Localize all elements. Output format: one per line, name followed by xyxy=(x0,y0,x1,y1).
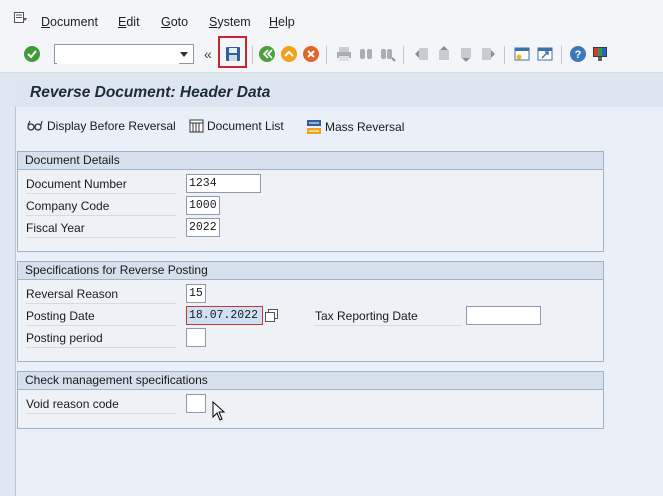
application-toolbar: Display Before Reversal Document List Ma… xyxy=(16,114,663,138)
document-list-button[interactable]: Document List xyxy=(189,119,284,133)
document-list-label: Document List xyxy=(207,119,284,133)
reversal-reason-field[interactable]: 15 xyxy=(186,284,206,303)
document-number-field[interactable]: 1234 xyxy=(186,174,261,193)
page-title: Reverse Document: Header Data xyxy=(30,84,271,101)
save-highlight-box xyxy=(218,36,247,68)
check-management-group: Check management specifications Void rea… xyxy=(17,371,604,429)
enter-check-icon[interactable] xyxy=(22,44,42,64)
calendar-picker-icon[interactable] xyxy=(265,309,278,322)
print-icon[interactable] xyxy=(334,44,354,64)
tax-reporting-date-field[interactable] xyxy=(466,306,541,325)
last-page-icon[interactable] xyxy=(478,44,498,64)
menu-list-icon[interactable] xyxy=(14,12,28,23)
menu-document[interactable]: Document xyxy=(41,15,98,29)
tax-reporting-date-label: Tax Reporting Date xyxy=(315,309,418,323)
mouse-cursor-icon xyxy=(212,401,226,421)
find-next-icon[interactable] xyxy=(378,44,398,64)
list-icon xyxy=(189,119,204,133)
reversal-reason-label: Reversal Reason xyxy=(26,287,119,301)
display-before-reversal-label: Display Before Reversal xyxy=(47,119,176,133)
document-number-label: Document Number xyxy=(26,177,127,191)
menu-goto[interactable]: Goto xyxy=(161,15,188,29)
divider xyxy=(26,413,176,414)
posting-period-label: Posting period xyxy=(26,331,103,345)
mass-reversal-button[interactable]: Mass Reversal xyxy=(306,119,404,135)
find-icon[interactable] xyxy=(356,44,376,64)
company-code-field[interactable]: 1000 xyxy=(186,196,220,215)
next-page-icon[interactable] xyxy=(456,44,476,64)
create-session-icon[interactable] xyxy=(512,44,532,64)
menu-edit[interactable]: Edit xyxy=(118,15,140,29)
void-reason-code-label: Void reason code xyxy=(26,397,119,411)
posting-period-field[interactable] xyxy=(186,328,206,347)
previous-page-icon[interactable] xyxy=(434,44,454,64)
toolbar-separator xyxy=(561,46,562,64)
divider xyxy=(26,193,176,194)
divider xyxy=(26,215,176,216)
back-icon[interactable] xyxy=(257,44,277,64)
divider xyxy=(26,347,176,348)
exit-icon[interactable] xyxy=(279,44,299,64)
toolbar-separator xyxy=(326,46,327,64)
fiscal-year-field[interactable]: 2022 xyxy=(186,218,220,237)
standard-toolbar: « ? xyxy=(0,40,663,73)
reverse-posting-heading: Specifications for Reverse Posting xyxy=(18,262,603,280)
toolbar-separator xyxy=(403,46,404,64)
fiscal-year-label: Fiscal Year xyxy=(26,221,85,235)
document-details-heading: Document Details xyxy=(18,152,603,170)
posting-date-label: Posting Date xyxy=(26,309,95,323)
svg-text:?: ? xyxy=(575,49,582,61)
divider xyxy=(26,325,176,326)
shortcut-icon[interactable] xyxy=(535,44,555,64)
cancel-icon[interactable] xyxy=(301,44,321,64)
reverse-posting-group: Specifications for Reverse Posting Rever… xyxy=(17,261,604,362)
title-bar: Reverse Document: Header Data xyxy=(15,80,663,107)
customize-layout-icon[interactable] xyxy=(590,44,610,64)
glasses-icon xyxy=(27,120,43,131)
display-before-reversal-button[interactable]: Display Before Reversal xyxy=(27,119,176,133)
mass-reversal-label: Mass Reversal xyxy=(325,120,405,134)
document-details-group: Document Details Document Number 1234 Co… xyxy=(17,151,604,252)
company-code-label: Company Code xyxy=(26,199,110,213)
collapse-chevron-icon[interactable]: « xyxy=(204,46,212,62)
command-input[interactable] xyxy=(57,46,179,64)
mass-reversal-icon xyxy=(307,120,321,134)
divider xyxy=(26,303,176,304)
chevron-down-icon[interactable] xyxy=(180,52,188,57)
menu-bar: Document Edit Goto System Help xyxy=(0,0,663,40)
menu-help[interactable]: Help xyxy=(269,15,295,29)
menu-system[interactable]: System xyxy=(209,15,251,29)
toolbar-separator xyxy=(252,46,253,64)
check-management-heading: Check management specifications xyxy=(18,372,603,390)
help-icon[interactable]: ? xyxy=(568,44,588,64)
posting-date-field[interactable]: 18.07.2022 xyxy=(186,306,263,325)
divider xyxy=(26,237,176,238)
divider xyxy=(314,325,462,326)
command-field[interactable] xyxy=(54,44,194,64)
void-reason-code-field[interactable] xyxy=(186,394,206,413)
first-page-icon[interactable] xyxy=(412,44,432,64)
toolbar-separator xyxy=(504,46,505,64)
